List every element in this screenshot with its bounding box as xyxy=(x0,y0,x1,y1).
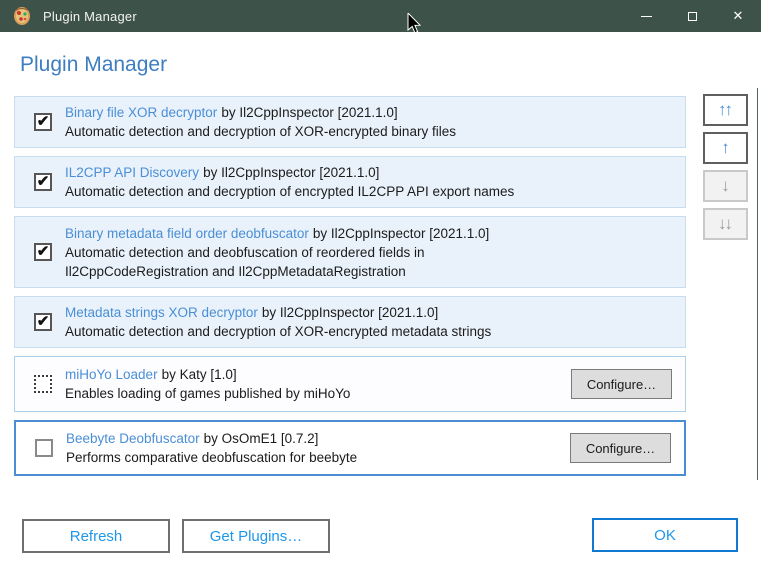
double-down-arrow-icon: ↓↓ xyxy=(718,214,733,233)
plugin-description: Automatic detection and decryption of en… xyxy=(65,184,515,199)
plugin-name-link[interactable]: Binary metadata field order deobfuscator xyxy=(65,226,309,241)
move-up-button[interactable]: ↑ xyxy=(703,132,748,164)
plugin-byline: by Il2CppInspector [2021.1.0] xyxy=(312,225,490,241)
plugin-name-link[interactable]: Binary file XOR decryptor xyxy=(65,105,217,120)
plugin-checkbox[interactable] xyxy=(35,439,53,457)
title-bar: Plugin Manager ✕ xyxy=(0,0,761,32)
caption-buttons: ✕ xyxy=(623,0,761,32)
maximize-icon xyxy=(687,11,697,21)
move-to-top-button[interactable]: ↑↑ xyxy=(703,94,748,126)
maximize-button[interactable] xyxy=(669,0,715,32)
plugin-checkbox[interactable]: ✔ xyxy=(34,243,52,261)
plugin-row-beebyte-deobfuscator[interactable]: Beebyte Deobfuscator by OsOmE1 [0.7.2] Pe… xyxy=(14,420,686,476)
check-icon: ✔ xyxy=(36,172,50,190)
configure-button[interactable]: Configure… xyxy=(571,369,672,399)
down-arrow-icon: ↓ xyxy=(721,176,729,195)
plugin-row-binary-file-xor-decryptor[interactable]: ✔ Binary file XOR decryptor by Il2CppInsp… xyxy=(14,96,686,148)
plugin-byline: by Il2CppInspector [2021.1.0] xyxy=(203,165,380,180)
close-icon: ✕ xyxy=(732,8,744,23)
check-icon: ✔ xyxy=(36,242,50,260)
plugin-checkbox[interactable] xyxy=(34,375,52,393)
plugin-manager-window: Plugin Manager ✕ Plugin Manager ✔ Binary… xyxy=(0,0,761,576)
plugin-row-binary-metadata-field-order-deobfuscator[interactable]: ✔ Binary metadata field order deobfuscat… xyxy=(14,216,686,288)
plugin-checkbox[interactable]: ✔ xyxy=(34,173,52,191)
minimize-button[interactable] xyxy=(623,0,669,32)
plugin-name-link[interactable]: Metadata strings XOR decryptor xyxy=(65,305,258,320)
plugin-byline: by Il2CppInspector [2021.1.0] xyxy=(221,105,398,120)
page-title: Plugin Manager xyxy=(20,53,168,76)
check-icon: ✔ xyxy=(36,312,50,330)
up-arrow-icon: ↑ xyxy=(721,138,729,157)
plugin-checkbox[interactable]: ✔ xyxy=(34,313,52,331)
plugin-name-link[interactable]: Beebyte Deobfuscator xyxy=(66,431,200,446)
configure-button[interactable]: Configure… xyxy=(570,433,671,463)
plugin-name-link[interactable]: IL2CPP API Discovery xyxy=(65,165,199,180)
get-plugins-button[interactable]: Get Plugins… xyxy=(182,519,330,553)
plugin-description: Automatic detection and decryption of XO… xyxy=(65,124,456,139)
plugin-row-metadata-strings-xor-decryptor[interactable]: ✔ Metadata strings XOR decryptor by Il2Cp… xyxy=(14,296,686,348)
ok-button[interactable]: OK xyxy=(592,518,738,552)
move-to-bottom-button[interactable]: ↓↓ xyxy=(703,208,748,240)
plugin-row-il2cpp-api-discovery[interactable]: ✔ IL2CPP API Discovery by Il2CppInspector… xyxy=(14,156,686,208)
plugin-description: Automatic detection and deobfuscation of… xyxy=(65,244,425,279)
move-down-button[interactable]: ↓ xyxy=(703,170,748,202)
check-icon: ✔ xyxy=(36,112,50,130)
reorder-buttons: ↑↑ ↑ ↓ ↓↓ xyxy=(703,94,748,240)
plugin-list: ✔ Binary file XOR decryptor by Il2CppInsp… xyxy=(14,96,686,476)
plugin-row-mihoyo-loader[interactable]: miHoYo Loader by Katy [1.0] Enables loadi… xyxy=(14,356,686,412)
plugin-byline: by OsOmE1 [0.7.2] xyxy=(203,431,319,446)
close-button[interactable]: ✕ xyxy=(715,0,761,32)
minimize-icon xyxy=(640,15,652,17)
plugin-description: Automatic detection and decryption of XO… xyxy=(65,324,492,339)
plugin-byline: by Katy [1.0] xyxy=(161,367,237,382)
refresh-button[interactable]: Refresh xyxy=(22,519,170,553)
window-title: Plugin Manager xyxy=(43,8,137,24)
list-right-border xyxy=(757,88,758,480)
plugin-name-link[interactable]: miHoYo Loader xyxy=(65,367,158,382)
app-logo-icon xyxy=(14,7,30,25)
plugin-byline: by Il2CppInspector [2021.1.0] xyxy=(261,305,439,320)
double-up-arrow-icon: ↑↑ xyxy=(718,100,733,119)
plugin-checkbox[interactable]: ✔ xyxy=(34,113,52,131)
